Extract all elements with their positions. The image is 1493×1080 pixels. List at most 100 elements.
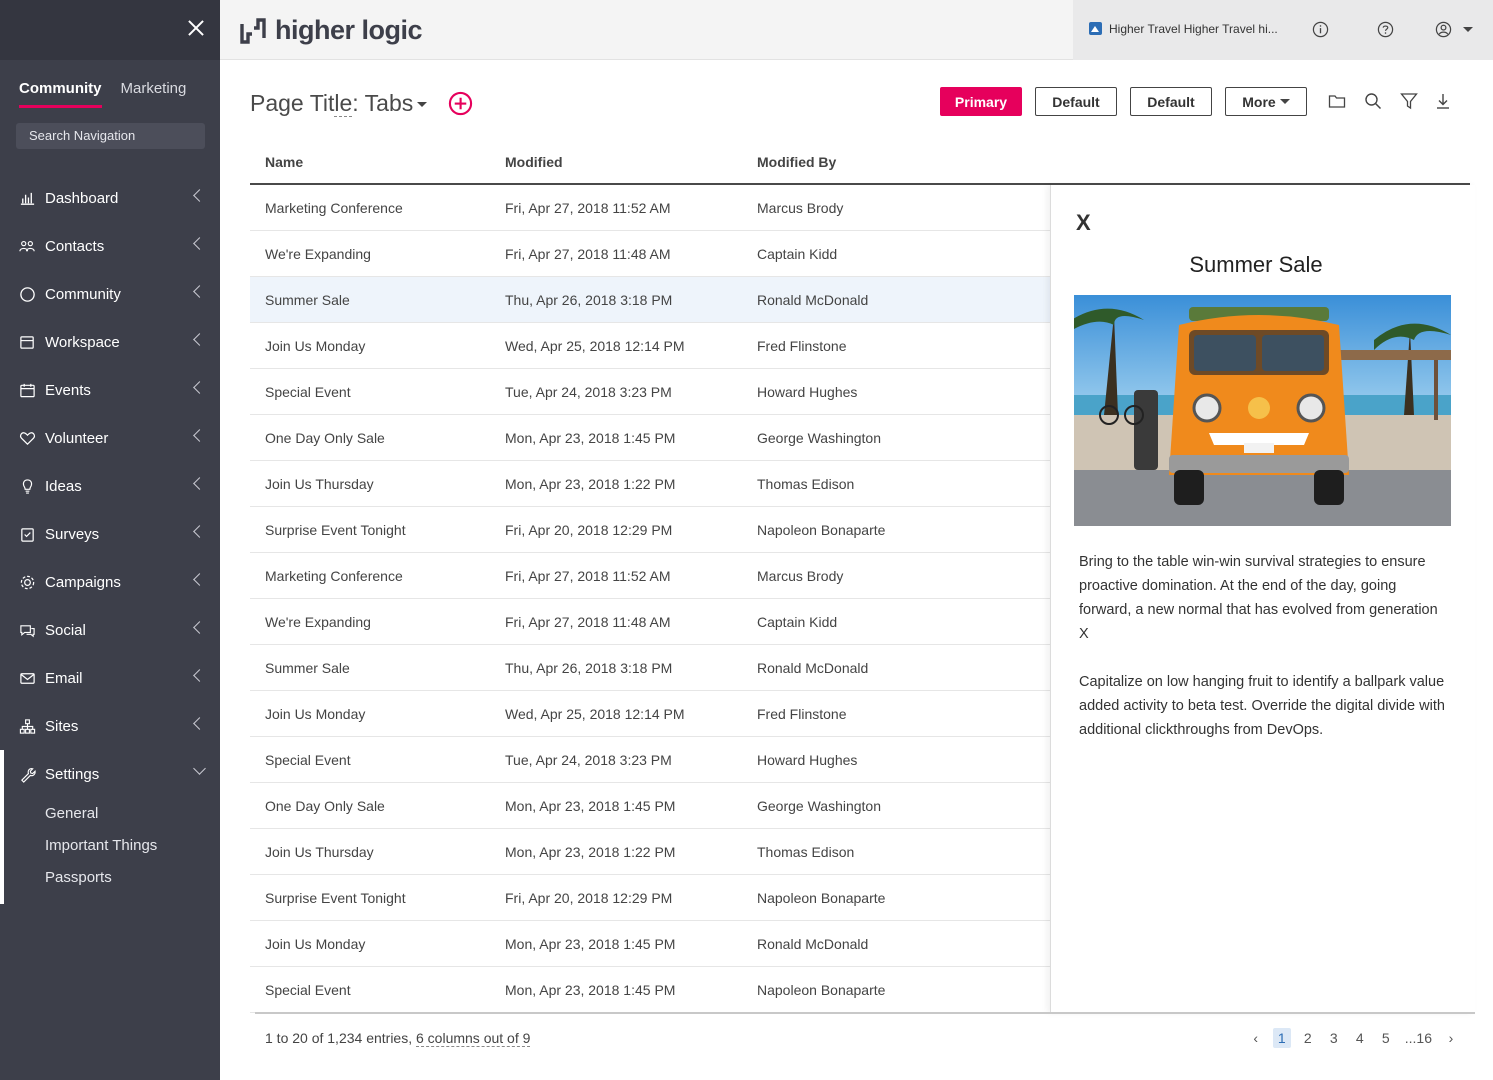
cell-modified-by: Fred Flinstone — [757, 337, 847, 354]
settings-submenu: General Important Things Passports — [0, 798, 220, 904]
search-icon[interactable] — [1364, 92, 1382, 110]
more-button[interactable]: More — [1225, 87, 1307, 116]
primary-button[interactable]: Primary — [940, 87, 1022, 116]
user-icon[interactable] — [1435, 21, 1452, 38]
table-row[interactable]: Surprise Event Tonight Fri, Apr 20, 2018 … — [250, 507, 1050, 553]
cell-name: One Day Only Sale — [265, 429, 385, 446]
table-row[interactable]: Special Event Mon, Apr 23, 2018 1:45 PM Na… — [250, 967, 1050, 1013]
entries-count: 1 to 20 of 1,234 entries, — [265, 1030, 416, 1046]
page-button[interactable]: ...16 — [1403, 1028, 1434, 1048]
table-row[interactable]: We're Expanding Fri, Apr 27, 2018 11:48 A… — [250, 599, 1050, 645]
page-button[interactable]: 4 — [1351, 1028, 1369, 1048]
sidebar-item-volunteer[interactable]: Volunteer — [0, 414, 220, 462]
chevron-down-icon[interactable] — [1463, 27, 1473, 32]
panel-close-button[interactable]: X — [1076, 210, 1091, 236]
chevron-down-icon — [417, 102, 428, 108]
cell-modified: Tue, Apr 24, 2018 3:23 PM — [505, 383, 672, 400]
folder-icon[interactable] — [1328, 92, 1346, 110]
cell-name: Special Event — [265, 751, 351, 768]
chevron-right-icon[interactable]: › — [1442, 1028, 1460, 1048]
sidebar-item-events[interactable]: Events — [0, 366, 220, 414]
account-area: Higher Travel Higher Travel hi... — [1073, 0, 1493, 60]
column-header-modified[interactable]: Modified — [505, 154, 757, 170]
account-name[interactable]: Higher Travel Higher Travel hi... — [1109, 22, 1278, 36]
sidebar-item-surveys[interactable]: Surveys — [0, 510, 220, 558]
table-row[interactable]: Join Us Monday Mon, Apr 23, 2018 1:45 PM R… — [250, 921, 1050, 967]
sidebar-item-community[interactable]: Community — [0, 270, 220, 318]
settings-subitem-passports[interactable]: Passports — [45, 866, 220, 898]
close-icon[interactable] — [184, 16, 208, 40]
logo[interactable]: higher logic — [239, 15, 423, 46]
page-button[interactable]: 2 — [1299, 1028, 1317, 1048]
tab-marketing[interactable]: Marketing — [121, 80, 187, 108]
sidebar-item-email[interactable]: Email — [0, 654, 220, 702]
page-button[interactable]: 5 — [1377, 1028, 1395, 1048]
table-row[interactable]: Summer Sale Thu, Apr 26, 2018 3:18 PM Rona… — [250, 277, 1050, 323]
sidebar-item-label: Volunteer — [45, 429, 109, 447]
cell-modified-by: Marcus Brody — [757, 567, 844, 584]
default-button-2[interactable]: Default — [1130, 87, 1212, 116]
cell-modified-by: Napoleon Bonaparte — [757, 889, 886, 906]
chevron-left-icon[interactable]: ‹ — [1247, 1028, 1265, 1048]
chart-icon — [18, 189, 36, 207]
table-row[interactable]: Marketing Conference Fri, Apr 27, 2018 11… — [250, 553, 1050, 599]
sidebar-item-workspace[interactable]: Workspace — [0, 318, 220, 366]
main-content: Page Title: Tabs Primary Default Default… — [220, 60, 1493, 1080]
sidebar-item-campaigns[interactable]: Campaigns — [0, 558, 220, 606]
sidebar-item-dashboard[interactable]: Dashboard — [0, 174, 220, 222]
cell-modified-by: George Washington — [757, 797, 881, 814]
cell-name: Join Us Monday — [265, 705, 366, 722]
sidebar-header — [0, 0, 220, 60]
cell-modified: Mon, Apr 23, 2018 1:45 PM — [505, 935, 676, 952]
sidebar-item-social[interactable]: Social — [0, 606, 220, 654]
settings-subitem-important-things[interactable]: Important Things — [45, 834, 220, 866]
sidebar-item-label: Contacts — [45, 237, 105, 255]
cell-name: Summer Sale — [265, 291, 350, 308]
search-navigation-input[interactable]: Search Navigation — [16, 123, 205, 149]
sidebar-item-contacts[interactable]: Contacts — [0, 222, 220, 270]
table-row[interactable]: Surprise Event Tonight Fri, Apr 20, 2018 … — [250, 875, 1050, 921]
page-title-dotted: le — [334, 90, 353, 117]
wrench-icon — [18, 765, 36, 783]
cell-modified-by: Marcus Brody — [757, 199, 844, 216]
cell-name: We're Expanding — [265, 613, 371, 630]
chevron-left-icon — [193, 717, 206, 730]
help-icon[interactable] — [1377, 21, 1394, 38]
organization-icon — [1089, 22, 1102, 35]
cell-name: One Day Only Sale — [265, 797, 385, 814]
sidebar-item-sites[interactable]: Sites — [0, 702, 220, 750]
tab-community[interactable]: Community — [19, 80, 102, 108]
default-button-1[interactable]: Default — [1035, 87, 1117, 116]
table-row[interactable]: Summer Sale Thu, Apr 26, 2018 3:18 PM Rona… — [250, 645, 1050, 691]
table-row[interactable]: Marketing Conference Fri, Apr 27, 2018 11… — [250, 185, 1050, 231]
cell-modified-by: Thomas Edison — [757, 475, 855, 492]
column-header-modified-by[interactable]: Modified By — [757, 154, 1047, 170]
info-icon[interactable] — [1312, 21, 1329, 38]
column-header-name[interactable]: Name — [250, 154, 505, 170]
page-button[interactable]: 3 — [1325, 1028, 1343, 1048]
page-button[interactable]: 1 — [1272, 1028, 1291, 1048]
table-row[interactable]: One Day Only Sale Mon, Apr 23, 2018 1:45 … — [250, 415, 1050, 461]
table-row[interactable]: We're Expanding Fri, Apr 27, 2018 11:48 A… — [250, 231, 1050, 277]
sidebar-item-settings[interactable]: Settings — [0, 750, 220, 798]
download-icon[interactable] — [1434, 92, 1452, 110]
cell-modified: Mon, Apr 23, 2018 1:22 PM — [505, 843, 676, 860]
table-row[interactable]: Join Us Monday Wed, Apr 25, 2018 12:14 PM… — [250, 323, 1050, 369]
table-row[interactable]: Join Us Thursday Mon, Apr 23, 2018 1:22 P… — [250, 461, 1050, 507]
table-row[interactable]: Join Us Thursday Mon, Apr 23, 2018 1:22 P… — [250, 829, 1050, 875]
settings-subitem-general[interactable]: General — [45, 802, 220, 834]
table-row[interactable]: Join Us Monday Wed, Apr 25, 2018 12:14 PM… — [250, 691, 1050, 737]
chevron-left-icon — [193, 285, 206, 298]
table-row[interactable]: Special Event Tue, Apr 24, 2018 3:23 PM Ho… — [250, 737, 1050, 783]
add-circle-icon[interactable] — [448, 91, 473, 116]
filter-icon[interactable] — [1400, 92, 1418, 110]
sidebar-item-label: Social — [45, 621, 86, 639]
cell-modified: Fri, Apr 20, 2018 12:29 PM — [505, 889, 673, 906]
columns-link[interactable]: 6 columns out of 9 — [416, 1030, 531, 1047]
table-row[interactable]: One Day Only Sale Mon, Apr 23, 2018 1:45 … — [250, 783, 1050, 829]
page-title[interactable]: Page Title: Tabs — [250, 90, 428, 117]
cell-name: Join Us Thursday — [265, 475, 374, 492]
sidebar-item-ideas[interactable]: Ideas — [0, 462, 220, 510]
table-row[interactable]: Special Event Tue, Apr 24, 2018 3:23 PM Ho… — [250, 369, 1050, 415]
cell-modified-by: Fred Flinstone — [757, 705, 847, 722]
